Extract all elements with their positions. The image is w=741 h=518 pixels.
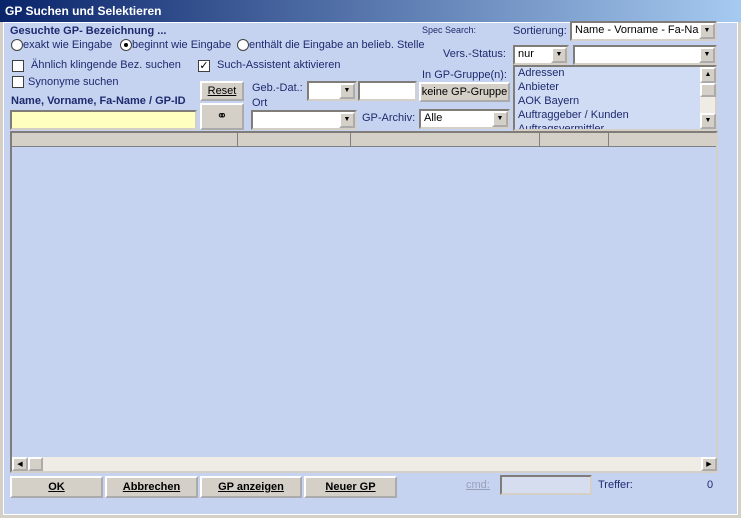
name-input[interactable] — [10, 110, 197, 130]
geb-dat-combo[interactable]: ▼ — [307, 81, 357, 101]
neuer-gp-button[interactable]: Neuer GP — [304, 476, 397, 498]
name-label: Name, Vorname, Fa-Name / GP-ID — [11, 95, 186, 107]
geb-dat-input[interactable] — [358, 81, 417, 101]
radio-beginnt-indicator[interactable] — [120, 39, 132, 52]
vers-status-value: nur — [518, 48, 534, 60]
assistant-checkbox[interactable]: ✓ — [198, 60, 210, 72]
scroll-left-icon[interactable]: ◀ — [12, 457, 28, 471]
cmd-input[interactable] — [500, 475, 592, 495]
radio-exakt-indicator[interactable] — [11, 39, 23, 52]
gp-gruppe-label: In GP-Gruppe(n): — [422, 69, 507, 81]
grid-header-col[interactable] — [609, 133, 716, 147]
scroll-right-icon[interactable]: ▶ — [701, 457, 717, 471]
radio-exakt-label: exakt wie Eingabe — [23, 39, 113, 51]
list-item[interactable]: Auftraggeber / Kunden — [515, 109, 715, 123]
results-grid[interactable] — [10, 131, 718, 473]
grid-header-col[interactable] — [540, 133, 609, 147]
cmd-label: cmd: — [466, 479, 490, 491]
synonyms-checkbox[interactable] — [12, 76, 24, 88]
list-item[interactable]: Auftragsvermittler — [515, 123, 715, 129]
synonyms-label: Synonyme suchen — [28, 76, 119, 88]
chevron-down-icon[interactable]: ▼ — [699, 47, 715, 63]
radio-enthaelt[interactable]: enthält die Eingabe an belieb. Stelle — [237, 39, 425, 52]
vers-status-combo[interactable]: nur ▼ — [513, 45, 569, 65]
sortierung-combo[interactable]: Name - Vorname - Fa-Name ▼ — [570, 21, 717, 41]
chevron-down-icon[interactable]: ▼ — [492, 111, 508, 127]
grid-header-col[interactable] — [351, 133, 540, 147]
ort-combo[interactable]: ▼ — [251, 110, 357, 130]
radio-beginnt-label: beginnt wie Eingabe — [132, 39, 232, 51]
list-item[interactable]: Anbieter — [515, 81, 715, 95]
search-heading: Gesuchte GP- Bezeichnung ... — [10, 25, 167, 37]
chevron-down-icon[interactable]: ▼ — [339, 83, 355, 99]
gp-archiv-label: GP-Archiv: — [362, 112, 416, 124]
assistant-label: Such-Assistent aktivieren — [217, 59, 341, 71]
radio-exakt[interactable]: exakt wie Eingabe — [11, 39, 113, 52]
similar-checkbox[interactable] — [12, 60, 24, 72]
vers-status-detail-combo[interactable]: ▼ — [573, 45, 717, 65]
gp-archiv-value: Alle — [424, 112, 443, 124]
radio-enthaelt-indicator[interactable] — [237, 39, 249, 52]
radio-enthaelt-label: enthält die Eingabe an belieb. Stelle — [249, 39, 425, 51]
sortierung-value: Name - Vorname - Fa-Name — [575, 24, 714, 36]
ok-button[interactable]: OK — [10, 476, 103, 498]
vers-status-label: Vers.-Status: — [443, 48, 506, 60]
grid-header-col[interactable] — [12, 133, 238, 147]
grid-hscrollbar[interactable] — [12, 457, 716, 471]
grid-header — [12, 133, 716, 147]
chevron-down-icon[interactable]: ▼ — [699, 23, 715, 39]
chevron-down-icon[interactable]: ▼ — [339, 112, 355, 128]
cancel-button[interactable]: Abbrechen — [105, 476, 198, 498]
window-title: GP Suchen und Selektieren — [0, 0, 741, 22]
gp-archiv-combo[interactable]: Alle ▼ — [419, 109, 510, 129]
treffer-count: 0 — [707, 479, 714, 491]
ort-label: Ort — [252, 97, 268, 109]
gp-anzeigen-button[interactable]: GP anzeigen — [200, 476, 302, 498]
search-button[interactable]: ⚭ — [200, 103, 244, 130]
grid-header-col[interactable] — [238, 133, 351, 147]
keine-gruppe-button[interactable]: keine GP-Gruppe — [419, 82, 510, 102]
treffer-label: Treffer: — [598, 479, 633, 491]
gp-gruppe-list[interactable]: Adressen Anbieter AOK Bayern Auftraggebe… — [513, 65, 717, 131]
similar-label: Ähnlich klingende Bez. suchen — [31, 59, 181, 71]
sortierung-label: Sortierung: — [513, 25, 567, 37]
scroll-up-icon[interactable]: ▲ — [700, 67, 716, 83]
geb-dat-label: Geb.-Dat.: — [252, 82, 303, 94]
reset-button[interactable]: Reset — [200, 81, 244, 101]
list-item[interactable]: AOK Bayern — [515, 95, 715, 109]
hscroll-thumb[interactable] — [28, 457, 43, 471]
radio-beginnt[interactable]: beginnt wie Eingabe — [120, 39, 232, 52]
scroll-thumb[interactable] — [700, 83, 716, 97]
chevron-down-icon[interactable]: ▼ — [551, 47, 567, 63]
spec-search-label: Spec Search: — [422, 25, 477, 35]
binoculars-icon: ⚭ — [216, 108, 228, 123]
list-item[interactable]: Adressen — [515, 67, 715, 81]
scroll-down-icon[interactable]: ▼ — [700, 113, 716, 129]
